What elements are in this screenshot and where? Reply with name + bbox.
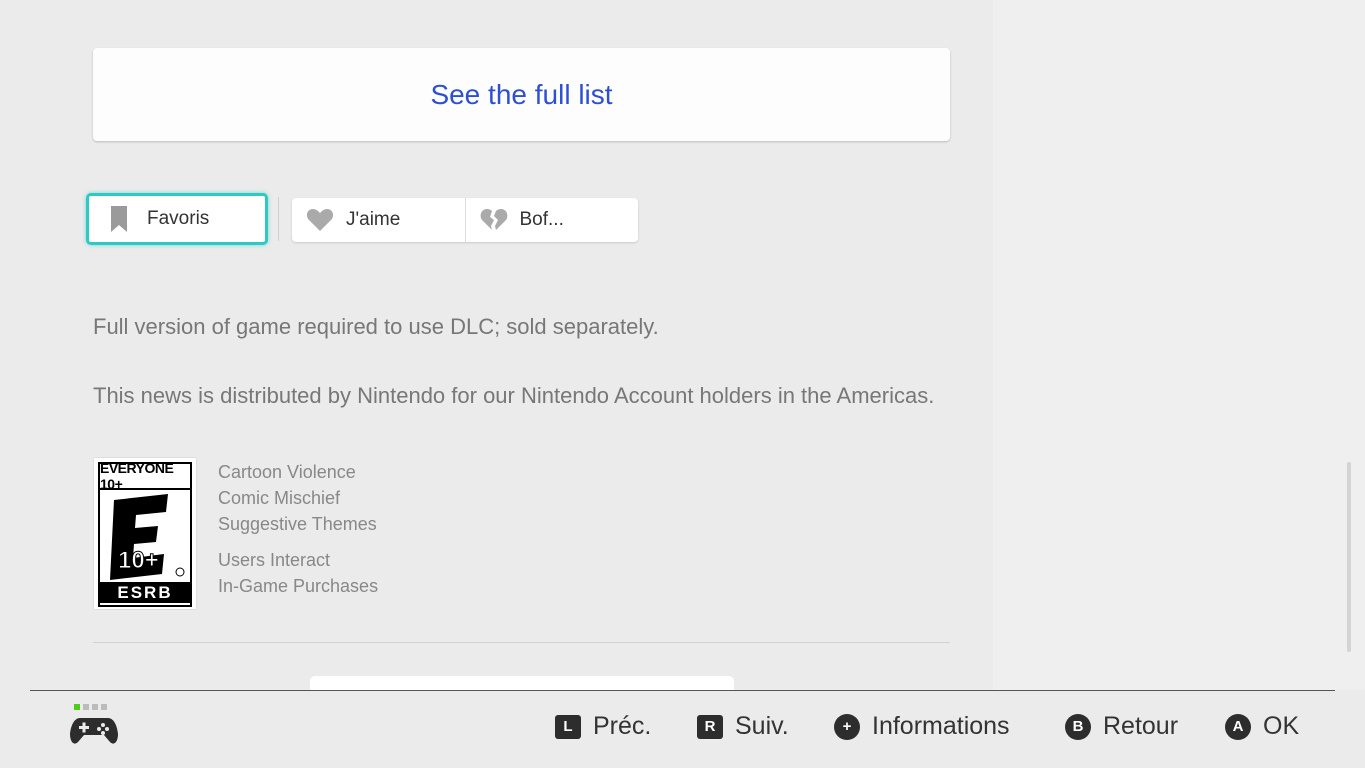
rating-board: ESRB: [100, 582, 190, 603]
distribution-note: This news is distributed by Nintendo for…: [93, 383, 935, 408]
a-button-icon: A: [1225, 713, 1251, 740]
svg-text:10+: 10+: [118, 547, 159, 574]
footer-divider: [30, 690, 1335, 691]
back-control[interactable]: B Retour: [1065, 712, 1178, 741]
prev-control[interactable]: L Préc.: [555, 712, 651, 741]
divider: [278, 197, 279, 241]
interactive-element: In-Game Purchases: [218, 576, 379, 596]
heart-icon: [306, 208, 334, 232]
see-full-list-label: See the full list: [430, 78, 613, 110]
prev-label: Préc.: [593, 712, 652, 740]
r-button-icon: R: [697, 714, 723, 739]
favorite-label: Favoris: [147, 208, 210, 229]
plus-button-icon: +: [834, 713, 860, 740]
content-descriptors: Cartoon Violence Comic Mischief Suggesti…: [218, 459, 378, 599]
right-panel: [993, 0, 1365, 690]
rating-label: EVERYONE 10+: [100, 460, 190, 492]
section-divider: [93, 642, 950, 643]
like-label: J'aime: [346, 209, 401, 230]
l-button-icon: L: [555, 714, 581, 739]
b-button-icon: B: [1065, 713, 1091, 740]
back-label: Retour: [1103, 712, 1179, 740]
next-label: Suiv.: [735, 712, 789, 740]
dislike-button[interactable]: Bof...: [464, 198, 639, 242]
scrollbar[interactable]: [1347, 462, 1351, 652]
info-control[interactable]: + Informations: [834, 712, 1010, 741]
next-control[interactable]: R Suiv.: [697, 712, 789, 741]
interactive-element: Users Interact: [218, 550, 331, 570]
bookmark-icon: [109, 206, 129, 232]
info-label: Informations: [872, 712, 1010, 740]
dislike-label: Bof...: [519, 209, 564, 230]
broken-heart-icon: [480, 208, 508, 232]
ok-label: OK: [1263, 712, 1300, 740]
descriptor: Cartoon Violence: [218, 462, 356, 482]
esrb-rating-badge: EVERYONE 10+ 10+ ESRB: [94, 458, 196, 609]
see-full-list-button[interactable]: See the full list: [93, 48, 950, 141]
e10-logo: 10+: [100, 490, 190, 582]
controller-icon: [70, 702, 118, 755]
dlc-note: Full version of game required to use DLC…: [93, 314, 659, 339]
rating-buttons: J'aime Bof...: [292, 198, 638, 242]
descriptor: Comic Mischief: [218, 488, 341, 508]
ok-control[interactable]: A OK: [1225, 712, 1299, 741]
descriptor: Suggestive Themes: [218, 514, 377, 534]
like-button[interactable]: J'aime: [292, 198, 465, 242]
favorite-button[interactable]: Favoris: [86, 193, 268, 245]
